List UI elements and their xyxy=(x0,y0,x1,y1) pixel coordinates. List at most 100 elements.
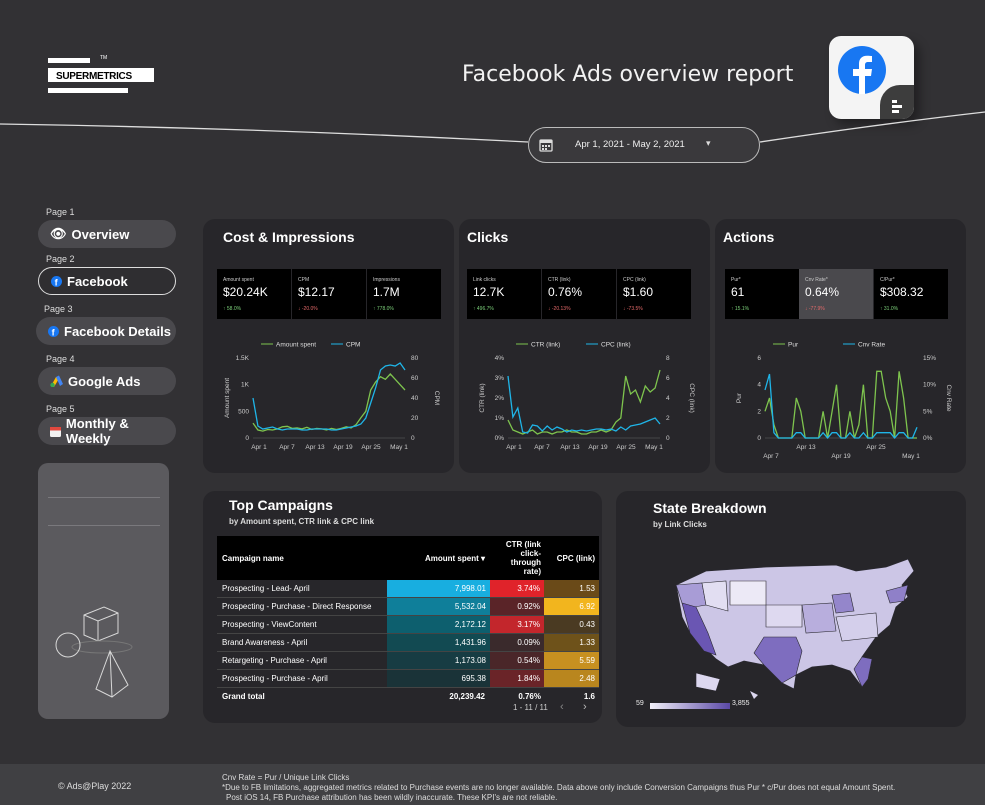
kpi-cpm: CPM $12.17 ↓ -20.0% xyxy=(292,269,366,319)
y-tick-right: 10% xyxy=(923,382,936,389)
nav-monthly-weekly-label: Monthly & Weekly xyxy=(65,416,129,446)
col-cpc[interactable]: CPC (link) xyxy=(547,536,595,580)
nav-overview[interactable]: 👁 Overview xyxy=(38,220,176,248)
card-title: Top Campaigns xyxy=(229,497,333,513)
nav-google-ads[interactable]: Google Ads xyxy=(38,367,176,395)
table-row[interactable]: Prospecting - ViewContent 2,172.12 3.17% 0.… xyxy=(217,616,599,634)
y-tick-right: 0 xyxy=(411,435,415,442)
nav-monthly-weekly[interactable]: Monthly & Weekly xyxy=(38,416,176,446)
y-tick-left: 1% xyxy=(495,415,505,422)
chevron-down-icon: ▾ xyxy=(706,138,711,148)
nav-facebook[interactable]: f Facebook xyxy=(38,267,176,295)
nav-page-label: Page 2 xyxy=(46,254,75,264)
y-tick-left: 0 xyxy=(245,435,249,442)
nav-page-label: Page 5 xyxy=(46,404,75,414)
kpi-value: $20.24K xyxy=(223,285,268,299)
y-tick-left: 0 xyxy=(757,435,761,442)
copyright: © Ads@Play 2022 xyxy=(58,781,132,791)
kpi-label: CTR (link) xyxy=(548,277,571,283)
y-tick-right: 15% xyxy=(923,355,936,362)
kpi-change: ↓ -20.0% xyxy=(298,306,318,312)
us-states-map[interactable] xyxy=(646,541,936,711)
kpi-label: Amount spent xyxy=(223,277,254,283)
legend-label: Amount spent xyxy=(276,342,316,349)
y-tick-left: 1.5K xyxy=(236,355,250,362)
x-tick: May 1 xyxy=(902,453,920,460)
x-tick: Apr 19 xyxy=(588,444,608,451)
y-tick-left: 4% xyxy=(495,355,505,362)
kpi-change: ↓ -77.9% xyxy=(805,306,825,312)
prev-page-icon[interactable]: ‹ xyxy=(560,701,564,713)
cell-ctr: 0.09% xyxy=(490,634,544,651)
y-tick-left: 1K xyxy=(241,382,250,389)
col-amount-spent[interactable]: Amount spent ▾ xyxy=(387,536,485,580)
card-subtitle: by Amount spent, CTR link & CPC link xyxy=(229,517,375,526)
table-row[interactable]: Retargeting - Purchase - April 1,173.08 0.… xyxy=(217,652,599,670)
nav-facebook-details-label: Facebook Details xyxy=(64,323,171,339)
table-row[interactable]: Prospecting - Purchase - Direct Response… xyxy=(217,598,599,616)
card-title: Cost & Impressions xyxy=(223,229,355,245)
kpi-change: ↓ -73.5% xyxy=(623,306,643,312)
footer-note-2: *Due to FB limitations, aggregated metri… xyxy=(222,783,896,792)
logo-tm: TM xyxy=(100,55,108,61)
nav-facebook-details[interactable]: f Facebook Details xyxy=(36,317,176,345)
y-axis-title-left: CTR (link) xyxy=(479,383,486,412)
kpi-value: 12.7K xyxy=(473,285,505,299)
calendar-icon xyxy=(50,426,61,437)
kpi-value: $308.32 xyxy=(880,285,924,299)
cell-campaign-name: Prospecting - Lead- April xyxy=(222,584,310,593)
y-tick-right: 0% xyxy=(923,435,933,442)
date-range-picker[interactable]: Apr 1, 2021 - May 2, 2021 ▾ xyxy=(528,127,760,163)
x-tick: Apr 7 xyxy=(534,444,550,451)
col-ctr[interactable]: CTR (link click-through rate) xyxy=(493,536,541,580)
legend-label: Cnv Rate xyxy=(858,342,885,349)
kpi-impressions: Impressions 1.7M ↑ 778.0% xyxy=(367,269,441,319)
cell-amount: 1,431.96 xyxy=(387,634,490,651)
kpi-cpc: CPC (link) $1.60 ↓ -73.5% xyxy=(617,269,691,319)
table-row[interactable]: Brand Awareness - April 1,431.96 0.09% 1.33 xyxy=(217,634,599,652)
x-tick: Apr 25 xyxy=(866,444,886,451)
cell-ctr: 0.92% xyxy=(490,598,544,615)
total-ctr: 0.76% xyxy=(518,691,541,701)
series-line xyxy=(764,370,917,439)
kpi-label: CPM xyxy=(298,277,310,283)
nav-page-label: Page 1 xyxy=(46,207,75,217)
google-ads-icon xyxy=(50,375,63,387)
col-campaign-name[interactable]: Campaign name xyxy=(222,536,382,580)
cell-ctr: 3.74% xyxy=(490,580,544,597)
cell-amount: 695.38 xyxy=(387,670,490,687)
y-tick-right: 2 xyxy=(666,415,670,422)
y-tick-right: 40 xyxy=(411,395,419,402)
pagination-text: 1 - 11 / 11 xyxy=(513,703,548,712)
card-subtitle: by Link Clicks xyxy=(653,520,707,529)
legend-min: 59 xyxy=(636,700,644,707)
cell-campaign-name: Brand Awareness - April xyxy=(222,638,308,647)
series-line xyxy=(252,373,406,432)
next-page-icon[interactable]: › xyxy=(583,701,587,713)
table-row[interactable]: Prospecting - Purchase - April 695.38 1.84… xyxy=(217,670,599,688)
eye-icon: 👁 xyxy=(50,226,67,241)
facebook-icon: f xyxy=(51,275,62,287)
y-tick-right: 5% xyxy=(923,408,933,415)
y-axis-title-left: Amount spent xyxy=(224,378,231,418)
series-line xyxy=(252,362,406,431)
clicks-chart: CTR (link) CPC (link) 4% 3% 2% 1% 0% 8 6 4 2 0 CTR (… xyxy=(479,342,695,452)
table-row[interactable]: Prospecting - Lead- April 7,998.01 3.74% 1.… xyxy=(217,580,599,598)
kpi-ctr: CTR (link) 0.76% ↓ -20.13% xyxy=(542,269,616,319)
cell-cpc: 2.48 xyxy=(544,670,599,687)
cell-ctr: 0.54% xyxy=(490,652,544,669)
actions-chart: Pur Cnv Rate 6 4 2 0 15% 10% 5% 0% Pur Cnv Rate Apr … xyxy=(736,342,952,461)
cell-ctr: 1.84% xyxy=(490,670,544,687)
legend-max: 3,855 xyxy=(732,700,750,707)
kpi-change: ↑ 778.0% xyxy=(373,306,394,312)
kpi-value: 0.76% xyxy=(548,285,583,299)
kpi-label: Cnv Rate* xyxy=(805,277,828,283)
total-label: Grand total xyxy=(222,691,265,701)
footer-note-1: Cnv Rate = Pur / Unique Link Clicks xyxy=(222,773,350,782)
y-tick-left: 2% xyxy=(495,395,505,402)
x-tick: Apr 13 xyxy=(305,444,325,451)
y-tick-right: 60 xyxy=(411,375,419,382)
x-tick: May 1 xyxy=(645,444,663,451)
cell-campaign-name: Retargeting - Purchase - April xyxy=(222,656,327,665)
x-tick: May 1 xyxy=(390,444,408,451)
